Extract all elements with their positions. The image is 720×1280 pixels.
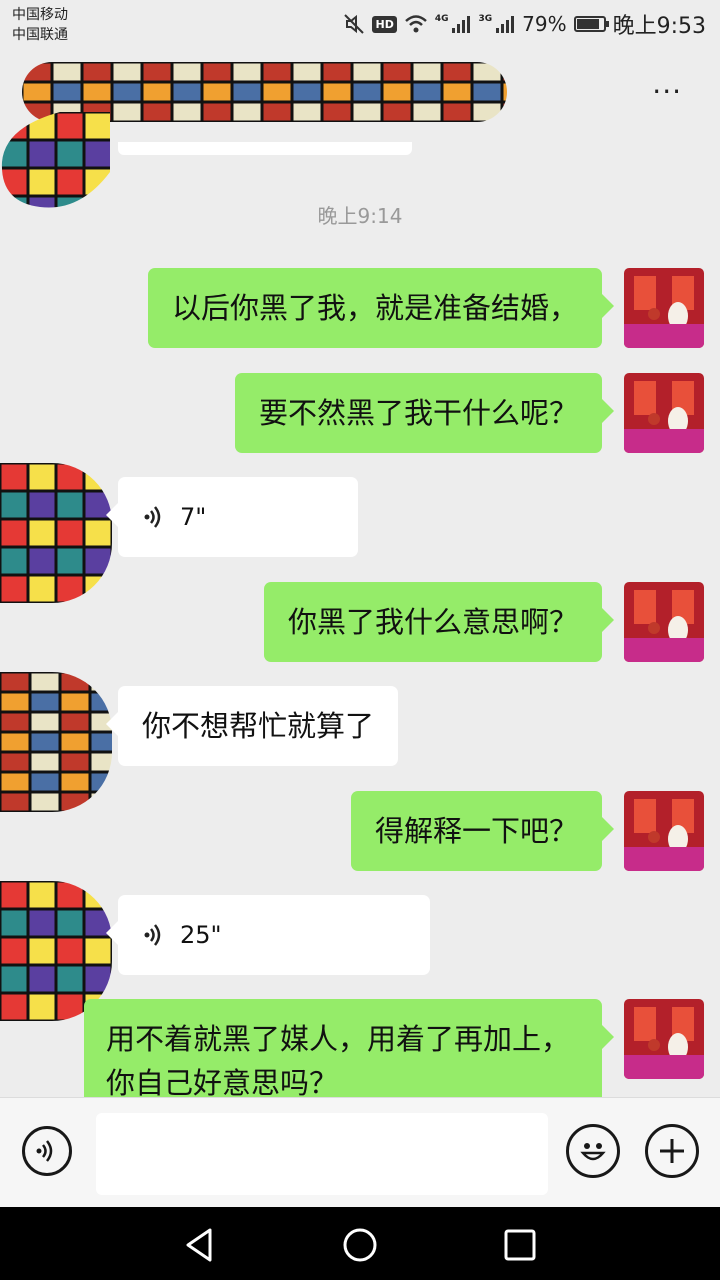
voice-duration: 25" <box>180 921 222 949</box>
redacted-contact-avatar[interactable] <box>0 463 112 603</box>
network-type-2: 3G <box>478 14 493 24</box>
recents-icon[interactable] <box>500 1225 540 1265</box>
battery-percent: 79% <box>522 12 567 36</box>
battery-icon <box>573 16 609 32</box>
wifi-icon <box>404 15 427 33</box>
signal-icon <box>452 16 471 33</box>
message-input[interactable] <box>96 1113 548 1195</box>
back-icon[interactable] <box>180 1225 220 1265</box>
message-bubble-sent[interactable]: 用不着就黑了媒人，用着了再加上，你自己好意思吗？ <box>84 999 614 1097</box>
voice-input-button[interactable] <box>22 1126 72 1176</box>
message-timestamp: 晚上9:14 <box>317 204 403 228</box>
status-bar: 中国移动 中国联通 HD 4G 3G 79% 晚上9:53 <box>0 0 720 52</box>
carrier-1: 中国移动 <box>12 7 68 23</box>
more-functions-button[interactable] <box>645 1124 699 1178</box>
system-nav-bar <box>0 1207 720 1280</box>
self-avatar[interactable] <box>624 791 704 871</box>
emoji-icon <box>580 1143 606 1161</box>
network-type-1: 4G <box>434 14 449 24</box>
voice-duration: 7" <box>180 503 207 531</box>
hd-badge: HD <box>372 15 397 33</box>
previous-message-bubble <box>118 142 412 155</box>
mute-icon <box>344 14 365 34</box>
self-avatar[interactable] <box>624 373 704 453</box>
signal-icon <box>496 16 515 33</box>
status-icons: HD 4G 3G 79% 晚上9:53 <box>343 8 706 40</box>
plus-icon <box>660 1139 684 1163</box>
redacted-contact-avatar[interactable] <box>0 672 112 812</box>
input-bar <box>0 1097 720 1208</box>
chat-header: ··· <box>0 52 720 208</box>
more-button[interactable]: ··· <box>652 78 682 106</box>
self-avatar[interactable] <box>624 268 704 348</box>
message-bubble-sent[interactable]: 你黑了我什么意思啊？ <box>263 582 615 662</box>
chat-area[interactable]: 晚上9:14 以后你黑了我，就是准备结婚， 要不然黑了我干什么呢？ 7" 你黑了… <box>0 142 720 1097</box>
voice-wave-icon <box>144 506 161 528</box>
battery-level-fill <box>576 19 599 29</box>
carrier-2: 中国联通 <box>12 27 68 43</box>
voice-message-bubble[interactable]: 25" <box>106 895 430 975</box>
voice-wave-icon <box>144 924 161 946</box>
emoji-button[interactable] <box>566 1124 620 1178</box>
message-bubble-sent[interactable]: 要不然黑了我干什么呢？ <box>234 373 615 453</box>
message-bubble-received[interactable]: 你不想帮忙就算了 <box>105 686 399 766</box>
clock: 晚上9:53 <box>612 14 706 39</box>
voice-input-icon <box>36 1140 53 1162</box>
self-avatar[interactable] <box>624 582 704 662</box>
voice-message-bubble[interactable]: 7" <box>106 477 358 557</box>
message-bubble-sent[interactable]: 以后你黑了我，就是准备结婚， <box>147 268 615 348</box>
home-icon[interactable] <box>340 1225 380 1265</box>
message-bubble-sent[interactable]: 得解释一下吧？ <box>350 791 615 871</box>
self-avatar[interactable] <box>624 999 704 1079</box>
